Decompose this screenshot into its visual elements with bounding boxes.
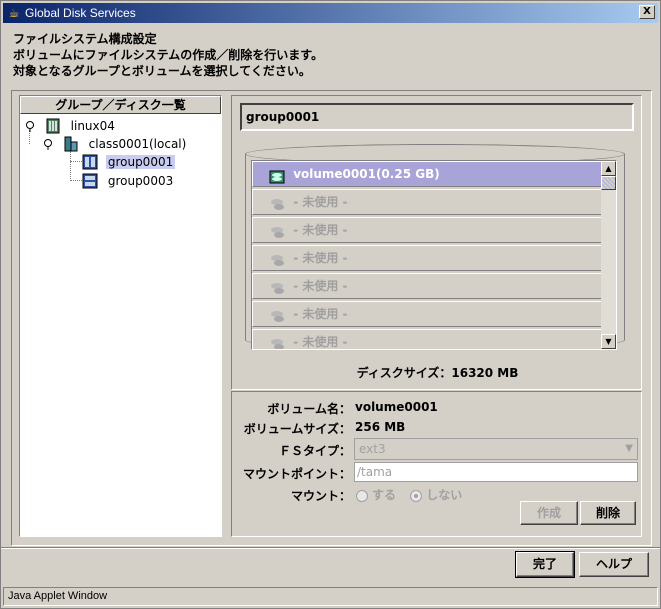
mount-label: マウント： <box>290 489 351 503</box>
tree-expander-icon[interactable] <box>42 138 54 150</box>
description-line-1: ファイルシステム構成設定 <box>13 32 157 46</box>
tree-node-label: linux04 <box>70 118 115 133</box>
mount-radio-group: する しない <box>356 486 472 503</box>
scroll-down-icon[interactable]: ▼ <box>601 334 616 349</box>
fs-type-select[interactable]: ext3 ▼ <box>354 438 638 460</box>
unused-volume-icon <box>269 308 285 322</box>
class-icon <box>63 136 79 152</box>
tree-expander-icon[interactable] <box>24 120 36 132</box>
chevron-down-icon[interactable]: ▼ <box>625 439 633 459</box>
group-name-field: group0001 <box>240 103 634 131</box>
volume-row-label: - 未使用 - <box>293 223 348 237</box>
tree-node-label: group0003 <box>107 173 174 188</box>
radio-checked-icon[interactable] <box>410 489 423 502</box>
tree-connector <box>70 180 82 181</box>
finish-button[interactable]: 完了 <box>515 551 575 578</box>
volume-row-label: - 未使用 - <box>293 307 348 321</box>
group-icon <box>82 173 98 189</box>
disk-cylinder: volume0001(0.25 GB) - 未使用 - - 未使用 - - 未使… <box>235 138 637 356</box>
mount-radio-yes[interactable]: する <box>356 488 396 502</box>
volume-row-volume0001[interactable]: volume0001(0.25 GB) <box>252 161 603 187</box>
unused-volume-icon <box>269 336 285 349</box>
tree-connector <box>70 161 82 162</box>
mount-option-label: する <box>372 488 397 502</box>
window-title: Global Disk Services <box>25 6 136 20</box>
unused-volume-icon <box>269 252 285 266</box>
tree-node-class[interactable]: class0001(local) <box>42 134 188 152</box>
description-line-3: 対象となるグループとボリュームを選択してください。 <box>13 64 311 78</box>
volume-row-label: volume0001(0.25 GB) <box>293 167 440 181</box>
volume-row-unused[interactable]: - 未使用 - <box>252 301 603 327</box>
volume-size-value: 256 MB <box>355 420 406 434</box>
unused-volume-icon <box>269 224 285 238</box>
volume-icon <box>269 168 285 183</box>
tree-header: グループ／ディスク一覧 <box>20 96 221 114</box>
description-line-2: ボリュームにファイルシステムの作成／削除を行います。 <box>13 48 324 62</box>
close-button[interactable]: X <box>639 5 655 19</box>
volume-list-scrollbar[interactable]: ▲ ▼ <box>601 161 616 349</box>
tree-node-group0001[interactable]: group0001 <box>82 152 176 170</box>
description-text: ファイルシステム構成設定 ボリュームにファイルシステムの作成／削除を行います。 … <box>13 31 323 79</box>
dialog-window: ☕ Global Disk Services X ファイルシステム構成設定 ボリ… <box>0 0 661 609</box>
volume-size-label: ボリュームサイズ： <box>243 422 351 436</box>
volume-row-label: - 未使用 - <box>293 251 348 265</box>
volume-row-label: - 未使用 - <box>293 335 348 349</box>
server-icon <box>45 118 61 134</box>
java-coffee-icon: ☕ <box>8 6 20 20</box>
group-volume-panel: group0001 volume0001(0.25 GB) - 未使用 - - … <box>231 95 642 390</box>
tree-connector <box>70 151 71 181</box>
volume-list[interactable]: volume0001(0.25 GB) - 未使用 - - 未使用 - - 未使… <box>251 160 617 350</box>
volume-row-unused[interactable]: - 未使用 - <box>252 217 603 243</box>
tree-node-group0003[interactable]: group0003 <box>82 171 175 189</box>
scroll-up-icon[interactable]: ▲ <box>601 161 616 176</box>
volume-name-value: volume0001 <box>355 400 438 414</box>
volume-row-label: - 未使用 - <box>293 195 348 209</box>
volume-properties-panel: ボリューム名： volume0001 ボリュームサイズ： 256 MB ＦＳタイ… <box>231 391 642 537</box>
fs-type-label: ＦＳタイプ： <box>278 444 351 458</box>
volume-row-unused[interactable]: - 未使用 - <box>252 245 603 271</box>
scroll-thumb[interactable] <box>601 176 616 190</box>
mount-radio-no[interactable]: しない <box>410 488 462 502</box>
title-bar[interactable]: ☕ Global Disk Services X <box>3 3 658 23</box>
mount-point-input[interactable]: /tama <box>354 462 638 482</box>
unused-volume-icon <box>269 196 285 210</box>
help-button[interactable]: ヘルプ <box>579 552 649 577</box>
radio-icon[interactable] <box>356 489 368 502</box>
mount-point-label: マウントポイント： <box>242 467 351 481</box>
volume-row-unused[interactable]: - 未使用 - <box>252 273 603 299</box>
applet-status-bar: Java Applet Window <box>3 587 658 606</box>
fs-type-selected-value: ext3 <box>359 442 386 456</box>
volume-name-label: ボリューム名： <box>267 402 351 416</box>
mount-option-label: しない <box>426 488 463 502</box>
disk-size-label: ディスクサイズ：16320 MB <box>356 366 519 380</box>
volume-row-unused[interactable]: - 未使用 - <box>252 329 603 349</box>
group-icon <box>82 154 98 170</box>
tree-node-label: group0001 <box>105 154 176 169</box>
volume-row-unused[interactable]: - 未使用 - <box>252 189 603 215</box>
delete-button[interactable]: 削除 <box>580 501 636 525</box>
volume-row-label: - 未使用 - <box>293 279 348 293</box>
tree-node-label: class0001(local) <box>88 136 187 151</box>
tree-node-server[interactable]: linux04 <box>24 116 117 134</box>
group-disk-tree[interactable]: グループ／ディスク一覧 linux04 class0001(local) gro… <box>19 95 222 537</box>
create-button[interactable]: 作成 <box>520 501 578 525</box>
footer-divider <box>1 547 660 549</box>
unused-volume-icon <box>269 280 285 294</box>
